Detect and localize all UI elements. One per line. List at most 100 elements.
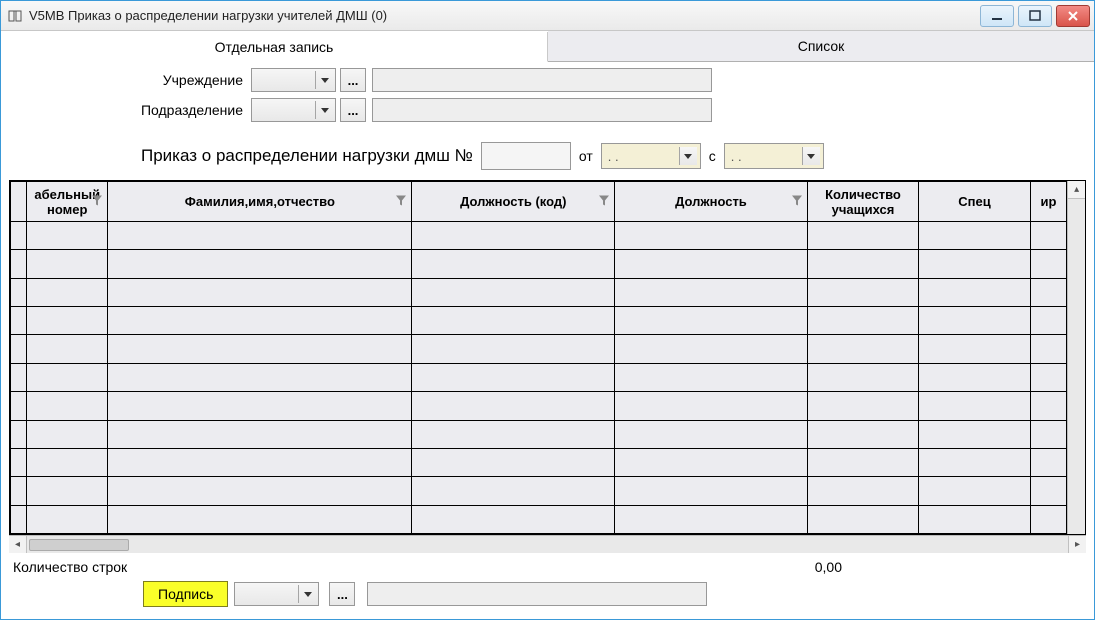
table-row[interactable] [11,420,1067,448]
table-cell[interactable] [807,335,919,363]
table-cell[interactable] [919,505,1031,533]
table-cell[interactable] [807,420,919,448]
table-cell[interactable] [108,477,412,505]
table-cell[interactable] [27,505,108,533]
table-cell[interactable] [412,363,615,391]
scroll-track[interactable] [1068,199,1085,534]
table-cell[interactable] [108,392,412,420]
table-row[interactable] [11,392,1067,420]
table-cell[interactable] [615,250,808,278]
grid-col-tabnum[interactable]: абельный номер [27,182,108,222]
table-cell[interactable] [11,222,27,250]
institution-ellipsis-button[interactable]: ... [340,68,366,92]
table-row[interactable] [11,335,1067,363]
tab-record[interactable]: Отдельная запись [1,32,548,62]
table-cell[interactable] [412,448,615,476]
table-cell[interactable] [919,335,1031,363]
table-cell[interactable] [27,420,108,448]
table-cell[interactable] [27,363,108,391]
table-cell[interactable] [412,250,615,278]
table-cell[interactable] [108,222,412,250]
table-cell[interactable] [615,278,808,306]
table-cell[interactable] [11,250,27,278]
signature-ellipsis-button[interactable]: ... [329,582,355,606]
table-cell[interactable] [27,307,108,335]
table-cell[interactable] [807,278,919,306]
table-cell[interactable] [615,363,808,391]
table-row[interactable] [11,250,1067,278]
grid-col-pupils[interactable]: Количество учащихся [807,182,919,222]
table-cell[interactable] [11,420,27,448]
table-cell[interactable] [108,420,412,448]
table-cell[interactable] [615,420,808,448]
table-cell[interactable] [412,477,615,505]
table-cell[interactable] [919,477,1031,505]
table-cell[interactable] [919,392,1031,420]
table-cell[interactable] [1030,363,1067,391]
signature-text[interactable] [367,582,707,606]
table-cell[interactable] [1030,477,1067,505]
scroll-up-icon[interactable]: ▴ [1068,181,1085,199]
table-cell[interactable] [412,307,615,335]
table-cell[interactable] [108,278,412,306]
table-cell[interactable] [1030,222,1067,250]
table-cell[interactable] [11,392,27,420]
table-cell[interactable] [919,307,1031,335]
filter-icon[interactable] [791,194,803,209]
table-cell[interactable] [919,363,1031,391]
table-cell[interactable] [1030,307,1067,335]
table-cell[interactable] [108,363,412,391]
table-cell[interactable] [27,222,108,250]
table-row[interactable] [11,222,1067,250]
table-cell[interactable] [919,420,1031,448]
table-cell[interactable] [807,448,919,476]
signature-combo[interactable] [234,582,319,606]
order-date-from[interactable]: . . [601,143,701,169]
table-cell[interactable] [11,307,27,335]
table-row[interactable] [11,505,1067,533]
institution-text[interactable] [372,68,712,92]
close-button[interactable] [1056,5,1090,27]
signature-button[interactable]: Подпись [143,581,228,607]
vertical-scrollbar[interactable]: ▴ [1067,181,1085,534]
table-cell[interactable] [1030,420,1067,448]
department-text[interactable] [372,98,712,122]
department-ellipsis-button[interactable]: ... [340,98,366,122]
table-cell[interactable] [412,222,615,250]
table-cell[interactable] [27,278,108,306]
table-cell[interactable] [11,477,27,505]
table-cell[interactable] [615,307,808,335]
table-cell[interactable] [108,448,412,476]
table-cell[interactable] [1030,278,1067,306]
grid-col-fio[interactable]: Фамилия,имя,отчество [108,182,412,222]
table-cell[interactable] [27,448,108,476]
table-cell[interactable] [807,363,919,391]
table-cell[interactable] [615,222,808,250]
horizontal-scrollbar[interactable]: ◂ ▸ [9,535,1086,553]
table-cell[interactable] [1030,505,1067,533]
table-row[interactable] [11,363,1067,391]
grid-col-spec[interactable]: Спец [919,182,1031,222]
table-cell[interactable] [412,335,615,363]
minimize-button[interactable] [980,5,1014,27]
table-row[interactable] [11,477,1067,505]
table-row[interactable] [11,448,1067,476]
table-cell[interactable] [807,307,919,335]
table-cell[interactable] [807,477,919,505]
institution-combo[interactable] [251,68,336,92]
table-cell[interactable] [27,250,108,278]
table-cell[interactable] [412,505,615,533]
department-combo[interactable] [251,98,336,122]
table-row[interactable] [11,278,1067,306]
table-cell[interactable] [807,222,919,250]
table-cell[interactable] [108,307,412,335]
table-cell[interactable] [919,278,1031,306]
table-cell[interactable] [615,335,808,363]
table-cell[interactable] [807,392,919,420]
table-cell[interactable] [919,222,1031,250]
grid-table[interactable]: абельный номер Фамилия,имя,отчество [10,181,1067,534]
tab-list[interactable]: Список [548,31,1094,61]
table-cell[interactable] [1030,392,1067,420]
grid-col-position-code[interactable]: Должность (код) [412,182,615,222]
scroll-right-icon[interactable]: ▸ [1068,536,1086,553]
